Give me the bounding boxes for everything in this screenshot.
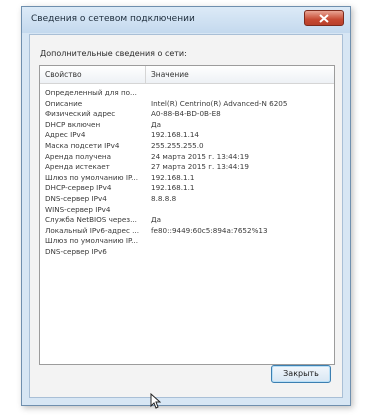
list-row[interactable]: Шлюз по умолчанию IP... [40,236,334,247]
dialog-content: Дополнительные сведения о сети: Свойство… [29,34,343,398]
list-row[interactable]: DHCP включен Да [40,120,334,131]
list-row[interactable]: Адрес IPv4 192.168.1.14 [40,130,334,141]
list-row[interactable]: DNS-сервер IPv4 8.8.8.8 [40,194,334,205]
property-cell: Маска подсети IPv4 [45,140,120,150]
title-bar[interactable]: Сведения о сетевом подключении [22,7,350,33]
list-row[interactable]: Локальный IPv6-адрес ... fe80::9449:60c5:… [40,226,334,237]
list-row[interactable]: Служба NetBIOS через... Да [40,215,334,226]
value-cell: Да [151,119,162,129]
network-connection-details-dialog: Сведения о сетевом подключении Дополните… [21,6,351,406]
property-cell: DHCP включен [45,119,101,129]
property-cell: Служба NetBIOS через... [45,215,137,225]
close-x-icon [319,14,329,23]
list-row[interactable]: Аренда истекает 27 марта 2015 г. 13:44:19 [40,162,334,173]
value-cell: 192.168.1.1 [151,183,195,193]
details-list[interactable]: Свойство Значение Определенный для по...… [39,65,335,365]
column-header-value[interactable]: Значение [151,70,189,79]
value-cell: A0-88-B4-BD-0B-E8 [151,109,221,119]
property-cell: Шлюз по умолчанию IP... [45,236,139,246]
list-header: Свойство Значение [40,66,334,84]
property-cell: DHCP-сервер IPv4 [45,183,112,193]
list-row[interactable]: Маска подсети IPv4 255.255.255.0 [40,141,334,152]
property-cell: DNS-сервер IPv6 [45,246,107,256]
list-rows: Определенный для по... Описание Intel(R) … [40,88,334,258]
value-cell: Intel(R) Centrino(R) Advanced-N 6205 [151,98,288,108]
property-cell: WINS-сервер IPv4 [45,204,111,214]
section-label: Дополнительные сведения о сети: [40,49,187,58]
column-header-property[interactable]: Свойство [45,70,82,79]
list-row[interactable]: Шлюз по умолчанию IP... 192.168.1.1 [40,173,334,184]
mouse-pointer-icon [150,392,162,413]
value-cell: 192.168.1.1 [151,172,195,182]
value-cell: 8.8.8.8 [151,193,177,203]
value-cell: 192.168.1.14 [151,130,200,140]
property-cell: Аренда истекает [45,162,110,172]
property-cell: DNS-сервер IPv4 [45,193,107,203]
list-row[interactable]: DHCP-сервер IPv4 192.168.1.1 [40,183,334,194]
window-title: Сведения о сетевом подключении [31,14,195,24]
property-cell: Локальный IPv6-адрес ... [45,225,140,235]
value-cell: fe80::9449:60c5:894a:7652%13 [151,225,268,235]
list-row[interactable]: Определенный для по... [40,88,334,99]
value-cell: 24 марта 2015 г. 13:44:19 [151,151,249,161]
column-divider[interactable] [145,66,146,83]
property-cell: Шлюз по умолчанию IP... [45,172,139,182]
window-close-button[interactable] [304,10,344,26]
value-cell: 27 марта 2015 г. 13:44:19 [151,162,249,172]
property-cell: Адрес IPv4 [45,130,86,140]
property-cell: Определенный для по... [45,88,137,97]
list-row[interactable]: WINS-сервер IPv4 [40,205,334,216]
list-row[interactable]: Физический адрес A0-88-B4-BD-0B-E8 [40,109,334,120]
close-button[interactable]: Закрыть [271,365,331,383]
property-cell: Аренда получена [45,151,111,161]
value-cell: Да [151,215,162,225]
property-cell: Физический адрес [45,109,116,119]
value-cell: 255.255.255.0 [151,140,204,150]
list-row[interactable]: DNS-сервер IPv6 [40,247,334,258]
list-row[interactable]: Аренда получена 24 марта 2015 г. 13:44:19 [40,152,334,163]
property-cell: Описание [45,98,83,108]
list-row[interactable]: Описание Intel(R) Centrino(R) Advanced-N … [40,99,334,110]
